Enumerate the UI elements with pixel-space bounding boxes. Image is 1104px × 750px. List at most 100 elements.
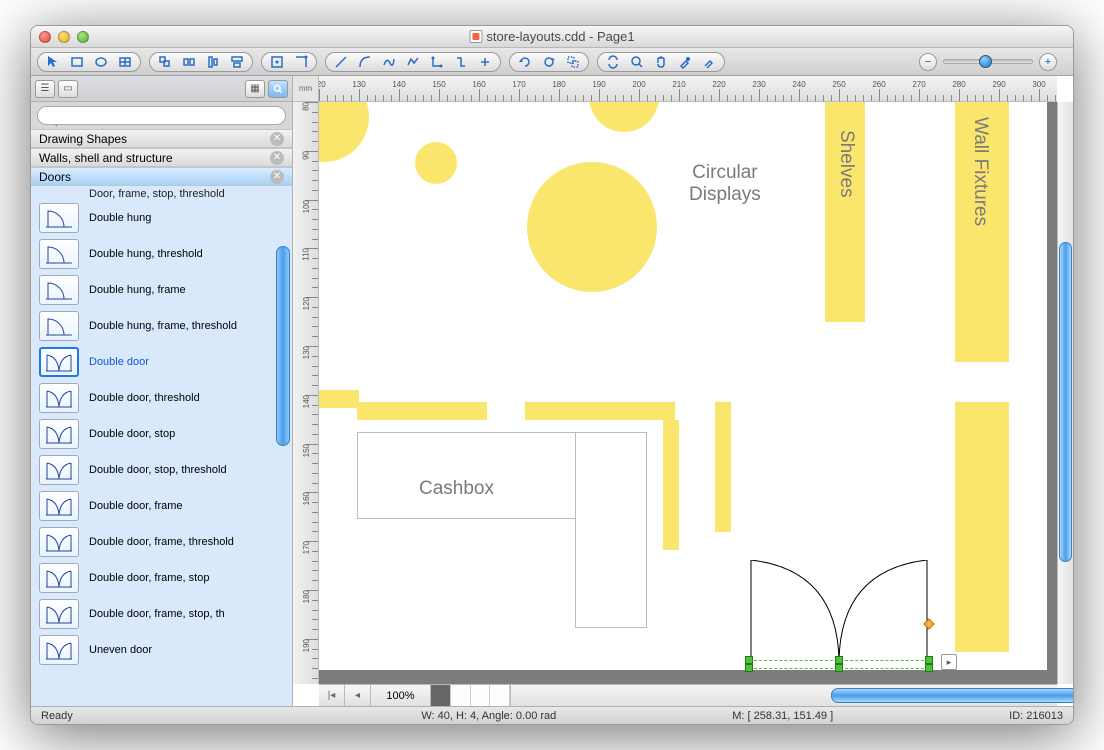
polyline-tool[interactable] [402, 54, 424, 70]
zoom-slider-track[interactable] [943, 59, 1033, 64]
refresh-tool[interactable] [538, 54, 560, 70]
rect-tool[interactable] [66, 54, 88, 70]
align-tool-2[interactable] [178, 54, 200, 70]
snap-tool-2[interactable] [290, 54, 312, 70]
yellow-bar[interactable] [715, 402, 731, 532]
align-tool-1[interactable] [154, 54, 176, 70]
zoom-out-button[interactable]: − [919, 53, 937, 71]
shape-row[interactable]: Double door, frame, stop, th [31, 596, 292, 632]
horizontal-ruler[interactable]: 1201301401501601701801902002102202302402… [319, 76, 1057, 102]
connector-tool-2[interactable] [450, 54, 472, 70]
page-tab-blank[interactable] [451, 685, 471, 706]
sidebar-view-switcher: ☰ ▭ ▦ [31, 76, 292, 102]
shape-row[interactable]: Double door, frame, threshold [31, 524, 292, 560]
shape-row[interactable]: Double hung, frame [31, 272, 292, 308]
door-shape-icon [39, 239, 79, 269]
yellow-bar[interactable] [319, 390, 359, 408]
door-shape-icon [39, 347, 79, 377]
shape-row[interactable]: Uneven door [31, 632, 292, 668]
search-view-button[interactable] [268, 80, 288, 98]
page-tab-1[interactable] [431, 685, 451, 706]
zoom-tool[interactable] [626, 54, 648, 70]
window-close-button[interactable] [39, 31, 51, 43]
select-tools-group [37, 52, 141, 72]
shape-row[interactable]: Double hung [31, 200, 292, 236]
window-minimize-button[interactable] [58, 31, 70, 43]
yellow-bar[interactable] [357, 402, 487, 420]
pointer-tool[interactable] [42, 54, 64, 70]
list-view-button[interactable]: ▭ [58, 80, 78, 98]
window-zoom-button[interactable] [77, 31, 89, 43]
shape-row-truncated[interactable]: Door, frame, stop, threshold [31, 186, 292, 200]
arc-tool[interactable] [354, 54, 376, 70]
ellipse-tool[interactable] [90, 54, 112, 70]
yellow-bar[interactable] [663, 420, 679, 550]
zoom-in-button[interactable]: + [1039, 53, 1057, 71]
align-tool-3[interactable] [202, 54, 224, 70]
page-tab-blank[interactable] [471, 685, 491, 706]
cashbox-shape-2[interactable] [575, 432, 647, 628]
shape-row[interactable]: Double door [31, 344, 292, 380]
circular-display-shape[interactable] [589, 102, 659, 132]
group-tool[interactable] [562, 54, 584, 70]
table-tool[interactable] [114, 54, 136, 70]
align-tool-4[interactable] [226, 54, 248, 70]
sidebar-scrollbar-thumb[interactable] [276, 246, 290, 446]
circular-displays-label: Circular Displays [689, 162, 761, 206]
shape-row[interactable]: Double door, stop, threshold [31, 452, 292, 488]
close-icon[interactable]: ✕ [270, 170, 284, 184]
shape-row[interactable]: Double hung, frame, threshold [31, 308, 292, 344]
circular-display-shape[interactable] [319, 102, 369, 162]
tree-view-button[interactable]: ☰ [35, 80, 55, 98]
page-tab-blank[interactable] [490, 685, 510, 706]
category-doors[interactable]: Doors ✕ [31, 167, 292, 186]
connector-tool-3[interactable] [474, 54, 496, 70]
shape-label: Double door, frame [89, 500, 183, 512]
close-icon[interactable]: ✕ [270, 132, 284, 146]
shape-row[interactable]: Double door, stop [31, 416, 292, 452]
circular-display-shape[interactable] [415, 142, 457, 184]
eyedrop-tool[interactable] [674, 54, 696, 70]
shape-label: Double door, stop, threshold [89, 464, 227, 476]
wall-bottom [319, 670, 1057, 684]
snap-tool-1[interactable] [266, 54, 288, 70]
shape-label: Double door [89, 356, 149, 368]
page-tabs [431, 685, 511, 706]
page-prev-button[interactable]: ◂ [345, 685, 371, 706]
shape-row[interactable]: Double door, frame, stop [31, 560, 292, 596]
smart-tag-button[interactable]: ▸ [941, 654, 957, 670]
door-shape-icon [39, 275, 79, 305]
connector-tool-1[interactable] [426, 54, 448, 70]
shape-list[interactable]: Door, frame, stop, threshold Double hung… [31, 186, 292, 706]
shape-search-input[interactable] [37, 106, 286, 125]
line-tool[interactable] [330, 54, 352, 70]
wall-fixtures-shape-2[interactable] [955, 402, 1009, 652]
category-drawing-shapes[interactable]: Drawing Shapes ✕ [31, 129, 292, 148]
canvas-viewport[interactable]: Circular Displays Shelves Wall Fixtures [319, 102, 1057, 684]
hand-tool[interactable] [650, 54, 672, 70]
rotate-tool[interactable] [514, 54, 536, 70]
status-bar: Ready W: 40, H: 4, Angle: 0.00 rad M: [ … [31, 706, 1073, 724]
brush-tool[interactable] [698, 54, 720, 70]
close-icon[interactable]: ✕ [270, 151, 284, 165]
zoom-level-display[interactable]: 100% [371, 685, 431, 706]
circular-display-shape[interactable] [527, 162, 657, 292]
snap-tools-group [261, 52, 317, 72]
double-door-instance[interactable] [749, 560, 929, 670]
category-walls[interactable]: Walls, shell and structure ✕ [31, 148, 292, 167]
shape-row[interactable]: Double hung, threshold [31, 236, 292, 272]
door-shape-icon [39, 563, 79, 593]
canvas-horizontal-scrollbar[interactable] [511, 685, 1057, 706]
zoom-slider: − + [919, 53, 1057, 71]
vertical-ruler[interactable]: 8090100110120130140150160170180190200 [293, 102, 319, 684]
sync-tool[interactable] [602, 54, 624, 70]
curve-tool[interactable] [378, 54, 400, 70]
yellow-bar[interactable] [525, 402, 675, 420]
grid-view-button[interactable]: ▦ [245, 80, 265, 98]
view-tools-group [509, 52, 589, 72]
shape-row[interactable]: Double door, frame [31, 488, 292, 524]
page-first-button[interactable]: |◂ [319, 685, 345, 706]
align-tools-group [149, 52, 253, 72]
shape-row[interactable]: Double door, threshold [31, 380, 292, 416]
canvas-vertical-scrollbar[interactable] [1057, 102, 1073, 684]
